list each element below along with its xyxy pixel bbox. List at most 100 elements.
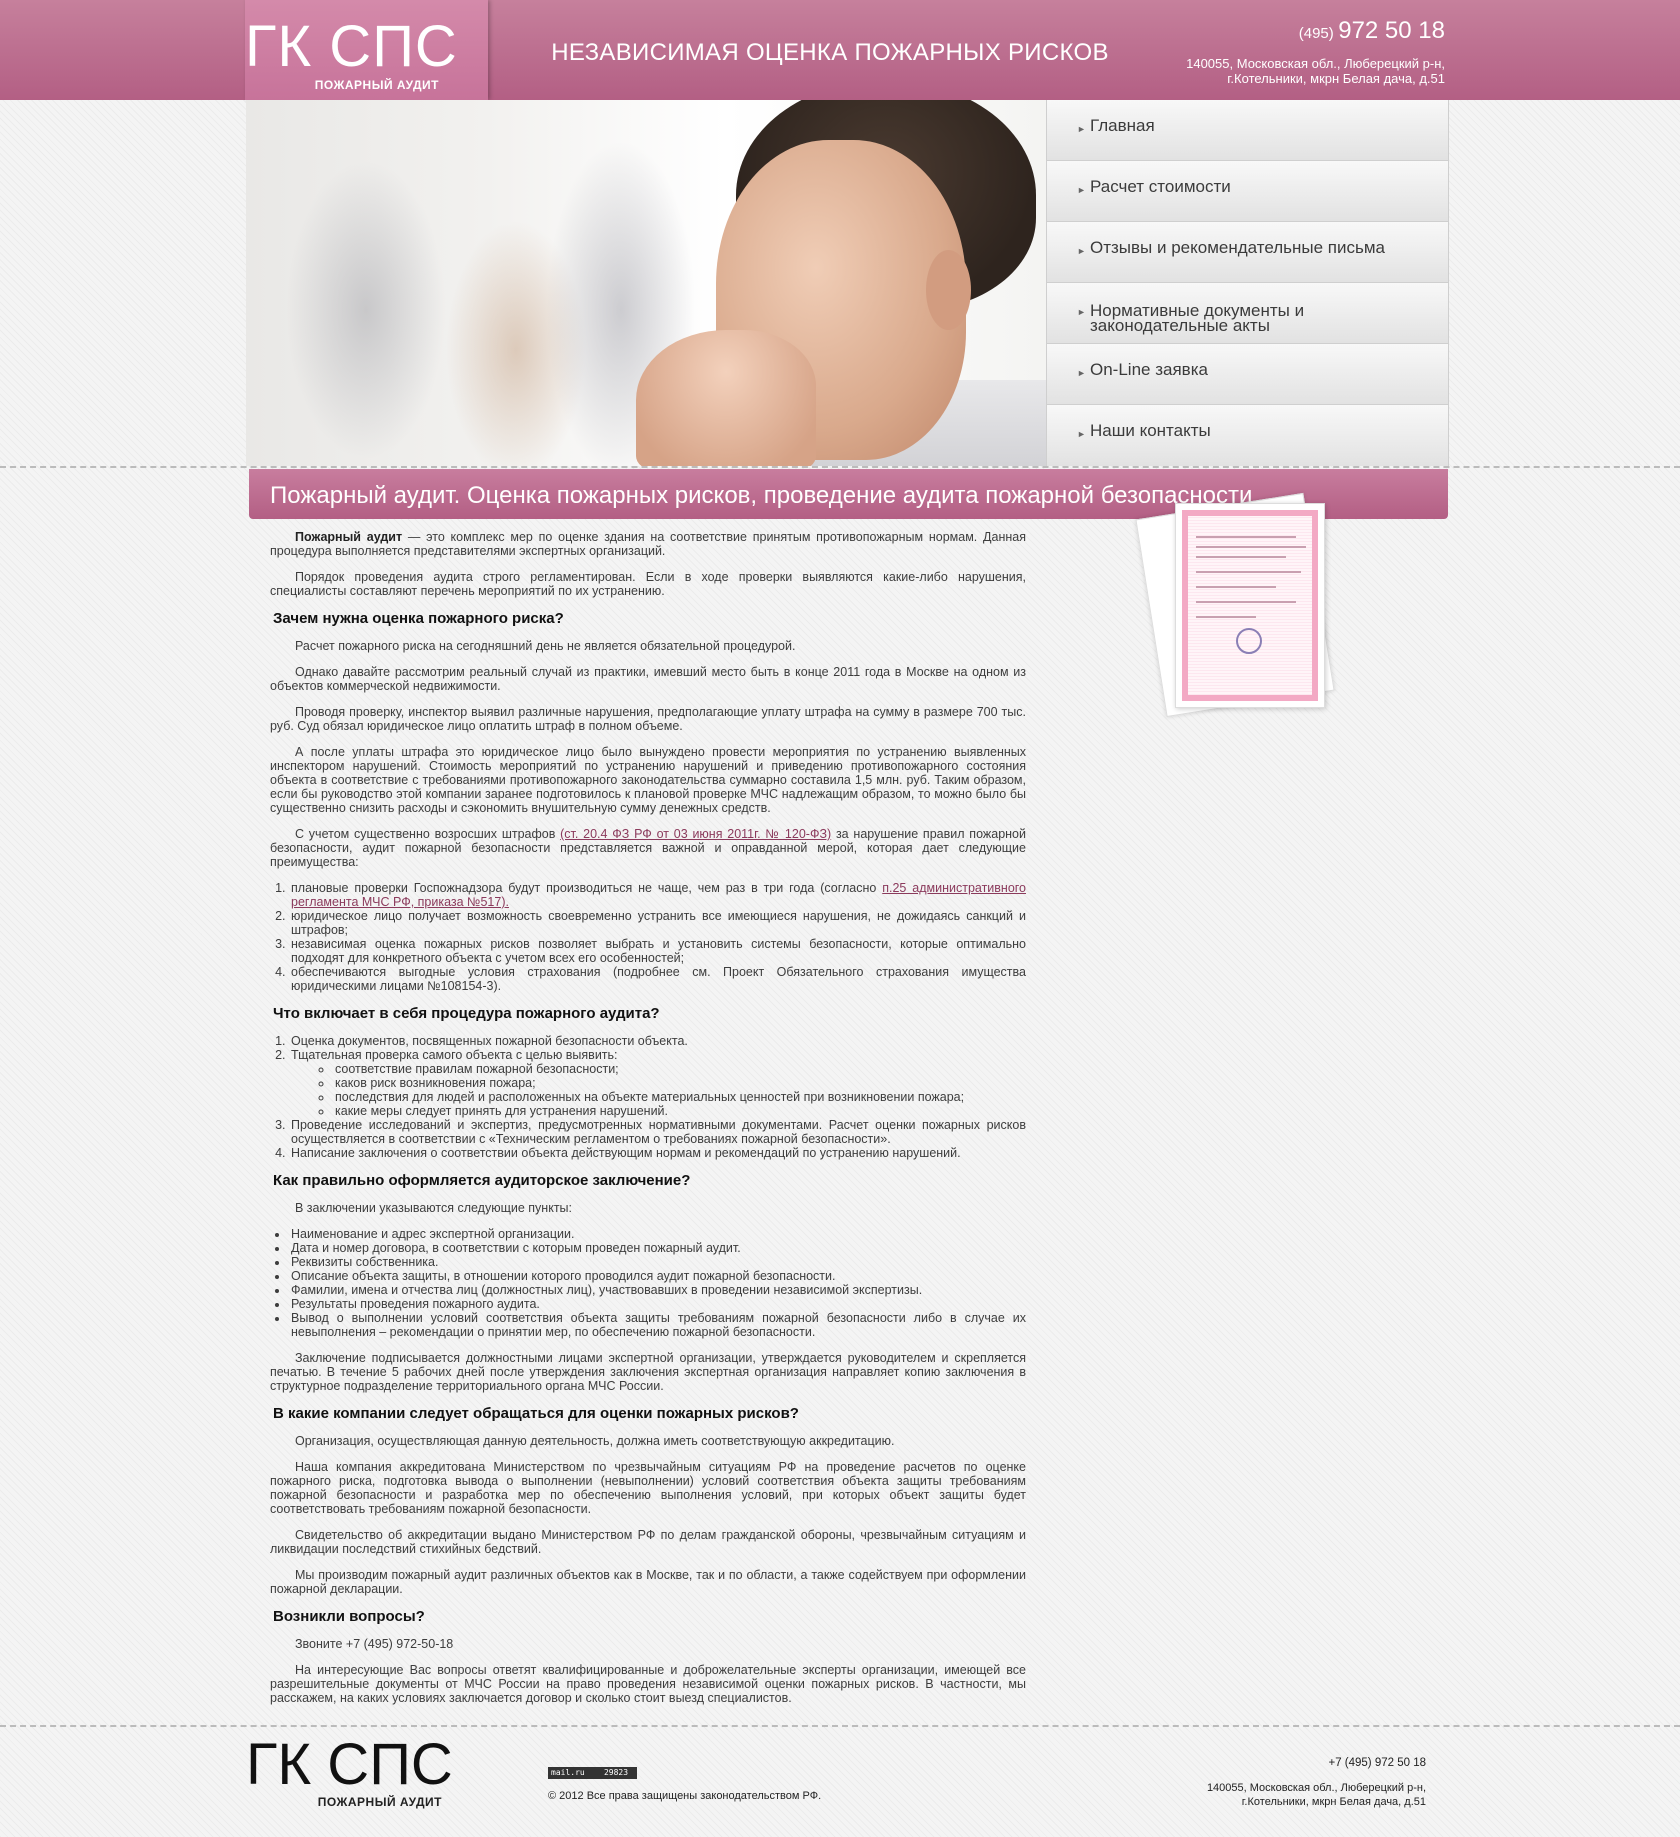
divider	[0, 466, 1680, 468]
paragraph: С учетом существенно возросших штрафов (…	[270, 827, 1026, 869]
hero-image	[246, 100, 1046, 466]
paragraph: Организация, осуществляющая данную деяте…	[295, 1434, 895, 1448]
paragraph: В заключении указываются следующие пункт…	[295, 1201, 572, 1215]
certificate-text-line	[1196, 556, 1286, 558]
list-item: Оценка документов, посвященных пожарной …	[289, 1034, 1026, 1048]
paragraph: Мы производим пожарный аудит различных о…	[270, 1568, 1026, 1596]
list-item: Описание объекта защиты, в отношении кот…	[289, 1269, 1026, 1283]
logo[interactable]: ГК СПС	[245, 16, 457, 78]
paragraph: Пожарный аудит — это комплекс мер по оце…	[270, 530, 1026, 558]
paragraph: Проводя проверку, инспектор выявил разли…	[270, 705, 1026, 733]
arrow-right-icon: ►	[1077, 246, 1086, 256]
arrow-right-icon: ►	[1077, 185, 1086, 195]
nav-item-pricing[interactable]: ► Расчет стоимости	[1047, 161, 1448, 222]
main-nav: ► Главная ► Расчет стоимости ► Отзывы и …	[1046, 100, 1449, 466]
paragraph: А после уплаты штрафа это юридическое ли…	[270, 745, 1026, 815]
copyright: © 2012 Все права защищены законодательст…	[548, 1790, 822, 1802]
paragraph: Однако давайте рассмотрим реальный случа…	[270, 665, 1026, 693]
list-item: Фамилии, имена и отчества лиц (должностн…	[289, 1283, 1026, 1297]
header-phone: (495) 972 50 18	[1299, 17, 1445, 45]
text: С учетом существенно возросших штрафов	[295, 827, 561, 841]
arrow-right-icon: ►	[1077, 307, 1086, 317]
hero-ear	[926, 250, 971, 330]
certificate-text-line	[1196, 571, 1301, 573]
list-item-text: плановые проверки Госпожнадзора будут пр…	[291, 881, 883, 895]
divider	[0, 1725, 1680, 1727]
hero-hand	[636, 330, 816, 466]
paragraph: Порядок проведения аудита строго регламе…	[270, 570, 1026, 598]
counter-value: 29823	[603, 1768, 629, 1777]
list-item: Вывод о выполнении условий соответствия …	[289, 1311, 1026, 1339]
paragraph: Звоните +7 (495) 972-50-18	[295, 1637, 454, 1651]
certificate-border	[1182, 510, 1318, 701]
phone-number: 972 50 18	[1338, 17, 1445, 44]
phone-code: (495)	[1298, 25, 1334, 42]
nav-item-home[interactable]: ► Главная	[1047, 100, 1448, 161]
section-heading: Как правильно оформляется аудиторское за…	[273, 1172, 691, 1189]
section-heading: Возникли вопросы?	[273, 1608, 425, 1625]
nav-item-label: Наши контакты	[1090, 421, 1211, 440]
paragraph: Наша компания аккредитована Министерство…	[270, 1460, 1026, 1516]
nav-item-label: Нормативные документы и законодательные …	[1090, 301, 1305, 335]
site-title: НЕЗАВИСИМАЯ ОЦЕНКА ПОЖАРНЫХ РИСКОВ	[551, 39, 1109, 66]
mailru-counter[interactable]: mail.ru 29823	[548, 1767, 637, 1779]
nav-item-reviews[interactable]: ► Отзывы и рекомендательные письма	[1047, 222, 1448, 283]
footer-logo-subtitle: ПОЖАРНЫЙ АУДИТ	[317, 1795, 442, 1809]
law-link[interactable]: (ст. 20.4 ФЗ РФ от 03 июня 2011г. № 120-…	[560, 827, 831, 841]
certificate-text-line	[1196, 601, 1296, 603]
list-item: плановые проверки Госпожнадзора будут пр…	[289, 881, 1026, 909]
intro-bold: Пожарный аудит	[295, 530, 403, 544]
section-heading: Зачем нужна оценка пожарного риска?	[273, 610, 564, 627]
list-item: какие меры следует принять для устранени…	[333, 1104, 1026, 1118]
nav-item-documents[interactable]: ► Нормативные документы и законодательны…	[1047, 283, 1448, 344]
arrow-right-icon: ►	[1077, 124, 1086, 134]
certificate-front	[1175, 503, 1325, 708]
certificate-text-line	[1196, 536, 1296, 538]
footer-logo[interactable]: ГК СПС	[246, 1736, 453, 1794]
procedure-sublist: соответствие правилам пожарной безопасно…	[333, 1062, 1026, 1118]
benefits-list: плановые проверки Госпожнадзора будут пр…	[289, 881, 1026, 993]
list-item: юридическое лицо получает возможность св…	[289, 909, 1026, 937]
arrow-right-icon: ►	[1077, 429, 1086, 439]
certificate-text-line	[1196, 586, 1276, 588]
nav-item-label: On-Line заявка	[1090, 360, 1208, 379]
hero-blur	[286, 160, 446, 460]
paragraph: Заключение подписывается должностными ли…	[270, 1351, 1026, 1393]
paragraph: На интересующие Вас вопросы ответят квал…	[270, 1663, 1026, 1705]
list-item: Результаты проведения пожарного аудита.	[289, 1297, 1026, 1311]
certificate-image[interactable]	[1135, 492, 1350, 725]
list-item: Реквизиты собственника.	[289, 1255, 1026, 1269]
list-item: Написание заключения о соответствии объе…	[289, 1146, 1026, 1160]
procedure-list: Оценка документов, посвященных пожарной …	[289, 1034, 1026, 1160]
address-line: 140055, Московская обл., Люберецкий р-н,	[1206, 1782, 1426, 1794]
address-line: 140055, Московская обл., Люберецкий р-н,	[1186, 56, 1445, 71]
nav-item-label: Отзывы и рекомендательные письма	[1090, 238, 1385, 257]
paragraph: Расчет пожарного риска на сегодняшний де…	[295, 639, 796, 653]
address-line: г.Котельники, мкрн Белая дача, д.51	[1227, 71, 1445, 86]
list-item: Проведение исследований и экспертиз, пре…	[289, 1118, 1026, 1146]
article: Пожарный аудит — это комплекс мер по оце…	[270, 530, 1026, 1717]
header-address: 140055, Московская обл., Люберецкий р-н,…	[1125, 56, 1445, 86]
list-item: соответствие правилам пожарной безопасно…	[333, 1062, 1026, 1076]
certificate-text-line	[1196, 616, 1256, 618]
address-line: г.Котельники, мкрн Белая дача, д.51	[1241, 1796, 1426, 1808]
page-title: Пожарный аудит. Оценка пожарных рисков, …	[270, 482, 1253, 509]
counter-label: mail.ru	[551, 1768, 585, 1777]
arrow-right-icon: ►	[1077, 368, 1086, 378]
paragraph: Свидетельство об аккредитации выдано Мин…	[270, 1528, 1026, 1556]
list-item: каков риск возникновения пожара;	[333, 1076, 1026, 1090]
nav-item-contacts[interactable]: ► Наши контакты	[1047, 405, 1448, 466]
list-item: Дата и номер договора, в соответствии с …	[289, 1241, 1026, 1255]
nav-item-online-request[interactable]: ► On-Line заявка	[1047, 344, 1448, 405]
nav-item-label: Расчет стоимости	[1090, 177, 1231, 196]
list-item: Тщательная проверка самого объекта с цел…	[289, 1048, 1026, 1118]
seal-icon	[1236, 628, 1262, 654]
logo-subtitle: ПОЖАРНЫЙ АУДИТ	[314, 78, 439, 92]
list-item: последствия для людей и расположенных на…	[333, 1090, 1026, 1104]
section-heading: В какие компании следует обращаться для …	[273, 1405, 799, 1422]
footer-phone: +7 (495) 972 50 18	[1328, 1757, 1426, 1769]
list-item: независимая оценка пожарных рисков позво…	[289, 937, 1026, 965]
list-item-text: Тщательная проверка самого объекта с цел…	[291, 1048, 618, 1062]
conclusion-items-list: Наименование и адрес экспертной организа…	[289, 1227, 1026, 1339]
nav-item-label: Главная	[1090, 116, 1155, 135]
